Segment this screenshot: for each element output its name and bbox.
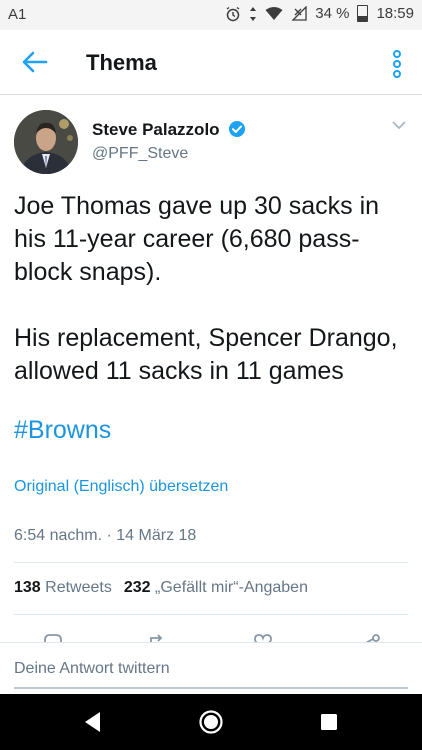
hashtag-link[interactable]: #Browns xyxy=(14,416,111,445)
author-handle[interactable]: @PFF_Steve xyxy=(92,145,188,163)
chevron-down-icon[interactable] xyxy=(392,120,406,130)
page-title: Thema xyxy=(86,50,157,75)
overflow-menu-icon[interactable] xyxy=(392,50,402,78)
divider xyxy=(14,614,408,615)
nav-home-icon[interactable] xyxy=(198,709,224,735)
system-nav-bar xyxy=(0,694,422,750)
app-bar: Thema xyxy=(0,30,422,95)
reply-input-underline xyxy=(14,687,408,689)
status-bar: A1 34 % 18:59 xyxy=(0,0,422,30)
divider xyxy=(14,562,408,563)
battery-percent: 34 % xyxy=(315,5,350,22)
back-arrow-icon[interactable] xyxy=(20,50,50,74)
reply-input[interactable]: Deine Antwort twittern xyxy=(14,660,170,678)
status-icons: 34 % 18:59 xyxy=(225,5,414,22)
battery-icon xyxy=(357,5,369,22)
avatar[interactable] xyxy=(14,110,78,174)
alarm-icon xyxy=(226,6,240,21)
retweets-count: 138 xyxy=(14,579,41,596)
carrier-label: A1 xyxy=(8,6,27,23)
avatar-image xyxy=(14,110,78,174)
reply-bar: Deine Antwort twittern xyxy=(0,642,422,695)
tweet-paragraph: His replacement, Spencer Drango, allowed… xyxy=(14,324,398,385)
tweet-stats: 138 Retweets 232 „Gefällt mir“-Angaben xyxy=(14,579,308,597)
likes-count: 232 xyxy=(123,579,151,596)
data-arrows-icon xyxy=(250,6,257,21)
tweet-paragraph: Joe Thomas gave up 30 sacks in his 11-ye… xyxy=(14,192,380,286)
wifi-icon xyxy=(265,7,283,20)
translate-link[interactable]: Original (Englisch) übersetzen xyxy=(14,478,228,496)
nav-back-icon[interactable] xyxy=(80,709,106,735)
nav-recents-icon[interactable] xyxy=(316,709,342,735)
tweet-text: Joe Thomas gave up 30 sacks in his 11-ye… xyxy=(14,190,409,388)
likes-stat[interactable]: 232 „Gefällt mir“-Angaben xyxy=(124,579,308,596)
author-name-text: Steve Palazzolo xyxy=(92,120,220,139)
clock: 18:59 xyxy=(376,5,414,22)
author-name[interactable]: Steve Palazzolo xyxy=(92,120,246,140)
verified-badge-icon xyxy=(229,121,246,137)
likes-label: „Gefällt mir“-Angaben xyxy=(155,579,308,596)
tweet-timestamp: 6:54 nachm. · 14 März 18 xyxy=(14,527,197,544)
retweets-stat[interactable]: 138 Retweets xyxy=(14,579,112,596)
signal-icon xyxy=(291,6,307,21)
retweets-label: Retweets xyxy=(45,579,112,596)
